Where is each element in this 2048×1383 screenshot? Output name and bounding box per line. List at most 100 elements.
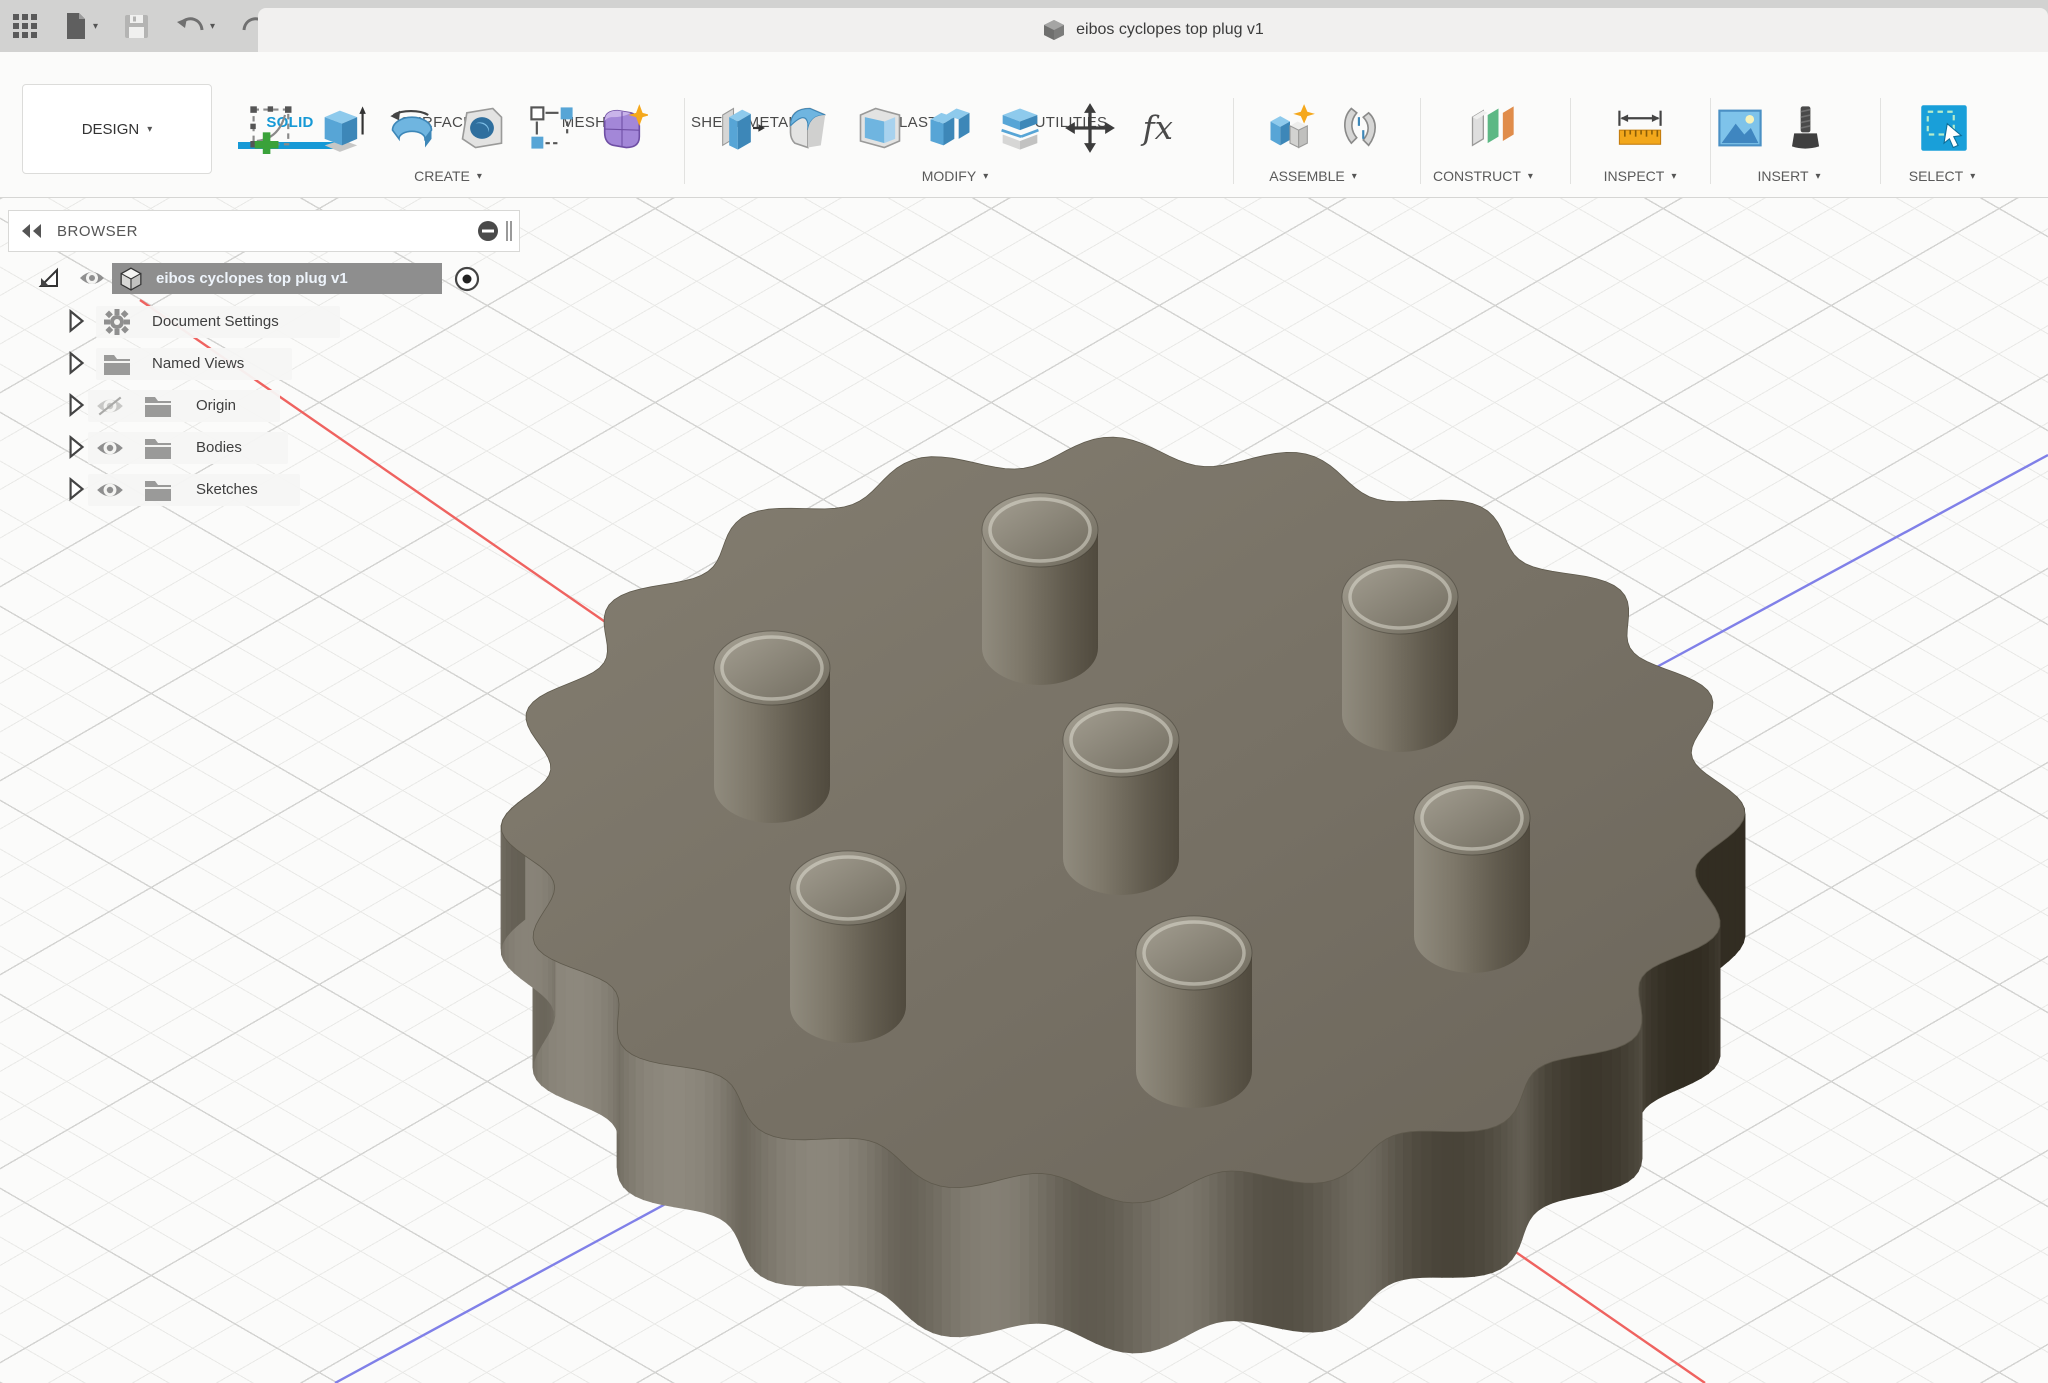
expand-arrow-icon[interactable] xyxy=(64,392,88,418)
browser-item-label: Bodies xyxy=(196,439,242,456)
design-menu-caret: ▾ xyxy=(147,124,152,135)
browser-header: BROWSER xyxy=(8,210,520,252)
shell-icon xyxy=(854,102,906,154)
joint-button[interactable] xyxy=(1331,96,1389,160)
construct-plane-icon xyxy=(1466,102,1518,154)
move-copy-button[interactable] xyxy=(1061,96,1119,160)
fillet-button[interactable] xyxy=(781,96,839,160)
select-icon xyxy=(1918,102,1970,154)
folder-icon xyxy=(143,393,173,419)
offset-face-icon xyxy=(994,102,1046,154)
measure-button[interactable] xyxy=(1611,96,1669,160)
eye-hidden-icon[interactable] xyxy=(95,395,125,417)
folder-icon xyxy=(143,477,173,503)
measure-icon xyxy=(1614,102,1666,154)
file-icon xyxy=(64,12,88,40)
form-button[interactable] xyxy=(593,96,651,160)
group-separator xyxy=(1233,98,1234,184)
hide-panel-icon[interactable] xyxy=(477,220,499,242)
assemble-group-label[interactable]: ASSEMBLE▾ xyxy=(1269,168,1357,184)
new-component-icon xyxy=(1264,102,1316,154)
revolve-icon xyxy=(386,102,438,154)
select-group-label[interactable]: SELECT▾ xyxy=(1909,168,1976,184)
eye-visible-icon[interactable] xyxy=(95,437,125,459)
construct-plane-button[interactable] xyxy=(1463,96,1521,160)
form-icon xyxy=(596,102,648,154)
create-sketch-icon xyxy=(246,102,298,154)
save-icon xyxy=(124,14,149,39)
canvas-icon xyxy=(1714,102,1766,154)
expand-arrow-icon[interactable] xyxy=(64,308,88,334)
inspect-group-label[interactable]: INSPECT▾ xyxy=(1604,168,1677,184)
press-pull-button[interactable] xyxy=(711,96,769,160)
panel-grip-icon[interactable] xyxy=(505,219,513,243)
revolve-button[interactable] xyxy=(383,96,441,160)
browser-item-label: Document Settings xyxy=(152,313,279,330)
create-group xyxy=(243,96,651,160)
browser-item-label: Origin xyxy=(196,397,236,414)
inspect-group xyxy=(1611,96,1669,160)
create-group-label[interactable]: CREATE▾ xyxy=(414,168,482,184)
construct-group xyxy=(1463,96,1521,160)
parameters-fx-icon: fx xyxy=(1134,102,1186,154)
undo-button[interactable]: ▾ xyxy=(175,13,215,39)
insert-group-label[interactable]: INSERT▾ xyxy=(1757,168,1820,184)
group-separator xyxy=(1420,98,1421,184)
ribbon: SOLID SURFACE MESH SHEET METAL PLASTIC U… xyxy=(0,52,2048,198)
construct-group-label[interactable]: CONSTRUCT▾ xyxy=(1433,168,1533,184)
gear-icon xyxy=(102,307,132,337)
root-visibility-eye-icon[interactable] xyxy=(78,268,106,288)
combine-icon xyxy=(924,102,976,154)
bolt-icon xyxy=(1779,102,1831,154)
root-expand-icon[interactable] xyxy=(36,266,60,290)
file-menu-caret: ▾ xyxy=(93,21,98,32)
undo-icon xyxy=(175,13,205,39)
hole-button[interactable] xyxy=(453,96,511,160)
group-separator xyxy=(684,98,685,184)
browser-item-label: Sketches xyxy=(196,481,258,498)
app-grid-button[interactable] xyxy=(12,13,38,39)
expand-arrow-icon[interactable] xyxy=(64,350,88,376)
assemble-group xyxy=(1261,96,1389,160)
joint-icon xyxy=(1334,102,1386,154)
viewport-3d[interactable] xyxy=(0,198,2048,1383)
offset-face-button[interactable] xyxy=(991,96,1049,160)
select-button[interactable] xyxy=(1915,96,1973,160)
root-item-label: eibos cyclopes top plug v1 xyxy=(156,270,348,287)
file-menu-button[interactable]: ▾ xyxy=(64,12,98,40)
titlebar: ▾ ▾ ▾ eibos cyclopes top plug v1 xyxy=(0,0,2048,52)
document-tab[interactable]: eibos cyclopes top plug v1 xyxy=(258,8,2048,52)
new-component-button[interactable] xyxy=(1261,96,1319,160)
insert-mcmaster-button[interactable] xyxy=(1776,96,1834,160)
select-group xyxy=(1915,96,1973,160)
folder-icon xyxy=(102,351,132,377)
pattern-icon xyxy=(526,102,578,154)
eye-visible-icon[interactable] xyxy=(95,479,125,501)
extrude-icon xyxy=(316,102,368,154)
model-canvas[interactable] xyxy=(0,198,2048,1383)
fx-glyph: fx xyxy=(1141,109,1173,147)
expand-arrow-icon[interactable] xyxy=(64,434,88,460)
save-button[interactable] xyxy=(124,14,149,39)
extrude-button[interactable] xyxy=(313,96,371,160)
activate-component-radio-icon[interactable] xyxy=(452,264,482,294)
root-cube-icon xyxy=(118,266,144,292)
insert-canvas-button[interactable] xyxy=(1711,96,1769,160)
design-menu-button[interactable]: DESIGN ▾ xyxy=(22,84,212,174)
pattern-button[interactable] xyxy=(523,96,581,160)
app-grid-icon xyxy=(12,13,38,39)
shell-button[interactable] xyxy=(851,96,909,160)
group-separator xyxy=(1880,98,1881,184)
collapse-panel-icon[interactable] xyxy=(21,223,43,239)
change-parameters-button[interactable]: fx xyxy=(1131,96,1189,160)
browser-root-item[interactable]: eibos cyclopes top plug v1 xyxy=(112,263,442,294)
group-separator xyxy=(1570,98,1571,184)
press-pull-icon xyxy=(714,102,766,154)
folder-icon xyxy=(143,435,173,461)
insert-group xyxy=(1711,96,1834,160)
create-sketch-button[interactable] xyxy=(243,96,301,160)
modify-group-label[interactable]: MODIFY▾ xyxy=(922,168,988,184)
combine-button[interactable] xyxy=(921,96,979,160)
expand-arrow-icon[interactable] xyxy=(64,476,88,502)
document-cube-icon xyxy=(1042,18,1066,42)
